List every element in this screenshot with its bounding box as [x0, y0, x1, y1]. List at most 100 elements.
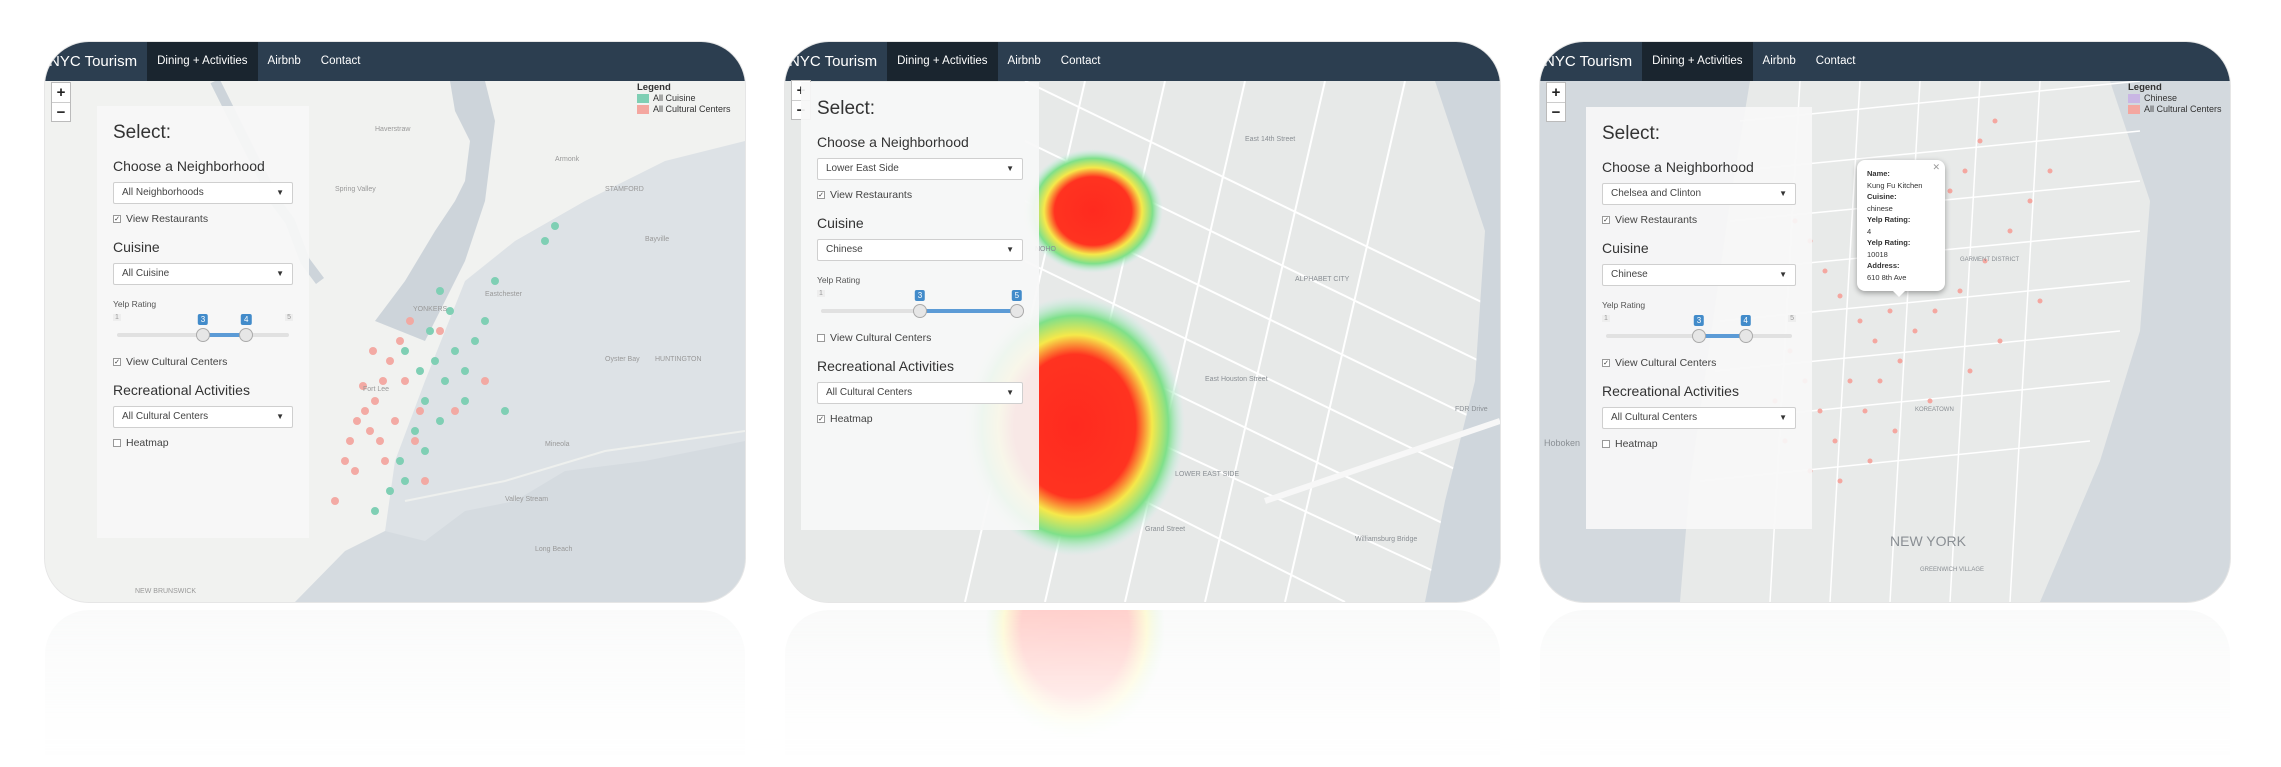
swatch-chinese — [2128, 94, 2140, 103]
view-restaurants-checkbox[interactable]: ✓ View Restaurants — [817, 189, 1023, 201]
rating-max-pill: 5 — [1011, 290, 1023, 301]
rec-label: Recreational Activities — [113, 382, 250, 398]
checkbox-icon: ✓ — [113, 358, 121, 366]
slider-handle-max[interactable] — [1738, 329, 1753, 343]
neighborhood-select[interactable]: Lower East Side ▼ — [817, 158, 1023, 180]
view-cultural-checkbox[interactable]: ✓ View Cultural Centers — [113, 356, 293, 368]
cuisine-select[interactable]: Chinese ▼ — [1602, 264, 1796, 286]
neighborhood-label: Choose a Neighborhood — [113, 158, 265, 174]
view-cultural-checkbox[interactable]: View Cultural Centers — [817, 332, 1023, 344]
reflection-3 — [1540, 610, 2230, 760]
rating-min-pill: 3 — [1693, 315, 1705, 326]
view-restaurants-checkbox[interactable]: ✓ View Restaurants — [1602, 214, 1796, 226]
nav-contact[interactable]: Contact — [1051, 42, 1111, 81]
rating-slider[interactable]: 1 5 3 4 — [1602, 314, 1796, 348]
rating-slider[interactable]: 1 3 5 — [817, 289, 1024, 323]
svg-text:Bayville: Bayville — [645, 236, 669, 243]
rating-min-pill: 3 — [197, 314, 209, 325]
cuisine-label: Cuisine — [817, 215, 864, 231]
svg-text:Williamsburg Bridge: Williamsburg Bridge — [1355, 536, 1417, 543]
svg-text:Haverstraw: Haverstraw — [375, 126, 411, 133]
rec-select[interactable]: All Cultural Centers ▼ — [113, 406, 293, 428]
svg-text:East Houston Street: East Houston Street — [1205, 376, 1268, 383]
swatch-cultural — [2128, 105, 2140, 114]
svg-text:Hoboken: Hoboken — [1544, 438, 1580, 448]
rating-slider[interactable]: 1 5 3 4 — [113, 313, 293, 347]
zoom-control: + − — [51, 82, 71, 122]
reflection-2 — [785, 610, 1500, 760]
rating-label: Yelp Rating — [1602, 300, 1646, 310]
close-icon[interactable]: ✕ — [1932, 162, 1940, 174]
slider-handle-max[interactable] — [1009, 304, 1024, 318]
view-restaurants-checkbox[interactable]: ✓ View Restaurants — [113, 213, 293, 225]
slider-handle-max[interactable] — [239, 328, 254, 342]
svg-text:GREENWICH VILLAGE: GREENWICH VILLAGE — [1920, 567, 1984, 573]
chevron-down-icon: ▼ — [276, 269, 284, 278]
svg-text:Spring Valley: Spring Valley — [335, 186, 376, 193]
rating-min-pill: 3 — [914, 290, 926, 301]
svg-text:Eastchester: Eastchester — [485, 291, 523, 298]
chevron-down-icon: ▼ — [1779, 270, 1787, 279]
neighborhood-select[interactable]: Chelsea and Clinton ▼ — [1602, 183, 1796, 205]
zoom-in-button[interactable]: + — [1547, 83, 1565, 102]
checkbox-icon: ✓ — [1602, 216, 1610, 224]
neighborhood-select[interactable]: All Neighborhoods ▼ — [113, 182, 293, 204]
panel-title: Select: — [817, 98, 876, 119]
svg-text:Long Beach: Long Beach — [535, 546, 572, 553]
navbar: NYC Tourism Dining + Activities Airbnb C… — [45, 42, 745, 81]
brand[interactable]: NYC Tourism — [785, 42, 887, 81]
screen-lower-east-side: NYC Tourism Dining + Activities Airbnb C… — [785, 42, 1500, 602]
navbar: NYC Tourism Dining + Activities Airbnb C… — [785, 42, 1500, 81]
zoom-in-button[interactable]: + — [52, 83, 70, 102]
nav-airbnb[interactable]: Airbnb — [998, 42, 1051, 81]
brand[interactable]: NYC Tourism — [1540, 42, 1642, 81]
rec-select[interactable]: All Cultural Centers ▼ — [1602, 407, 1796, 429]
chevron-down-icon: ▼ — [276, 188, 284, 197]
nav-dining[interactable]: Dining + Activities — [147, 42, 258, 81]
zoom-out-button[interactable]: − — [1547, 102, 1565, 121]
svg-text:NEW BRUNSWICK: NEW BRUNSWICK — [135, 588, 196, 595]
view-cultural-checkbox[interactable]: ✓ View Cultural Centers — [1602, 357, 1796, 369]
nav-contact[interactable]: Contact — [1806, 42, 1866, 81]
svg-text:East 14th Street: East 14th Street — [1245, 136, 1295, 143]
svg-text:Mineola: Mineola — [545, 441, 570, 448]
rec-label: Recreational Activities — [817, 358, 954, 374]
heatmap-checkbox[interactable]: Heatmap — [1602, 438, 1796, 450]
rec-select[interactable]: All Cultural Centers ▼ — [817, 382, 1023, 404]
svg-text:Oyster Bay: Oyster Bay — [605, 356, 640, 363]
nav-contact[interactable]: Contact — [311, 42, 371, 81]
heatmap-checkbox[interactable]: Heatmap — [113, 437, 293, 449]
checkbox-icon: ✓ — [817, 191, 825, 199]
nav-airbnb[interactable]: Airbnb — [1753, 42, 1806, 81]
screen-chelsea-clinton: NYC Tourism Dining + Activities Airbnb C… — [1540, 42, 2230, 602]
navbar: NYC Tourism Dining + Activities Airbnb C… — [1540, 42, 2230, 81]
zoom-out-button[interactable]: − — [52, 102, 70, 121]
slider-handle-min[interactable] — [196, 328, 210, 342]
cuisine-select[interactable]: Chinese ▼ — [817, 239, 1023, 261]
checkbox-icon — [1602, 440, 1610, 448]
heatmap-checkbox[interactable]: ✓ Heatmap — [817, 413, 1023, 425]
chevron-down-icon: ▼ — [1779, 413, 1787, 422]
nav-dining[interactable]: Dining + Activities — [887, 42, 998, 81]
svg-text:FDR Drive: FDR Drive — [1455, 406, 1488, 413]
cuisine-select[interactable]: All Cuisine ▼ — [113, 263, 293, 285]
nav-airbnb[interactable]: Airbnb — [258, 42, 311, 81]
svg-text:HUNTINGTON: HUNTINGTON — [655, 356, 702, 363]
heatmap-blob-north — [1023, 149, 1163, 273]
zoom-control: + − — [1546, 82, 1566, 122]
select-panel: Select: Choose a Neighborhood Chelsea an… — [1586, 107, 1812, 529]
rec-label: Recreational Activities — [1602, 383, 1739, 399]
cuisine-label: Cuisine — [113, 239, 160, 255]
svg-text:Fort Lee: Fort Lee — [363, 386, 389, 393]
swatch-cultural — [637, 105, 649, 114]
slider-handle-min[interactable] — [1692, 329, 1706, 343]
panel-title: Select: — [113, 122, 172, 143]
slider-handle-min[interactable] — [913, 304, 927, 318]
svg-text:GARMENT DISTRICT: GARMENT DISTRICT — [1960, 257, 2020, 263]
nav-dining[interactable]: Dining + Activities — [1642, 42, 1753, 81]
screen-all-neighborhoods: NYC Tourism Dining + Activities Airbnb C… — [45, 42, 745, 602]
chevron-down-icon: ▼ — [1006, 164, 1014, 173]
brand[interactable]: NYC Tourism — [45, 42, 147, 81]
chevron-down-icon: ▼ — [1006, 388, 1014, 397]
svg-text:LOWER EAST SIDE: LOWER EAST SIDE — [1175, 471, 1239, 478]
